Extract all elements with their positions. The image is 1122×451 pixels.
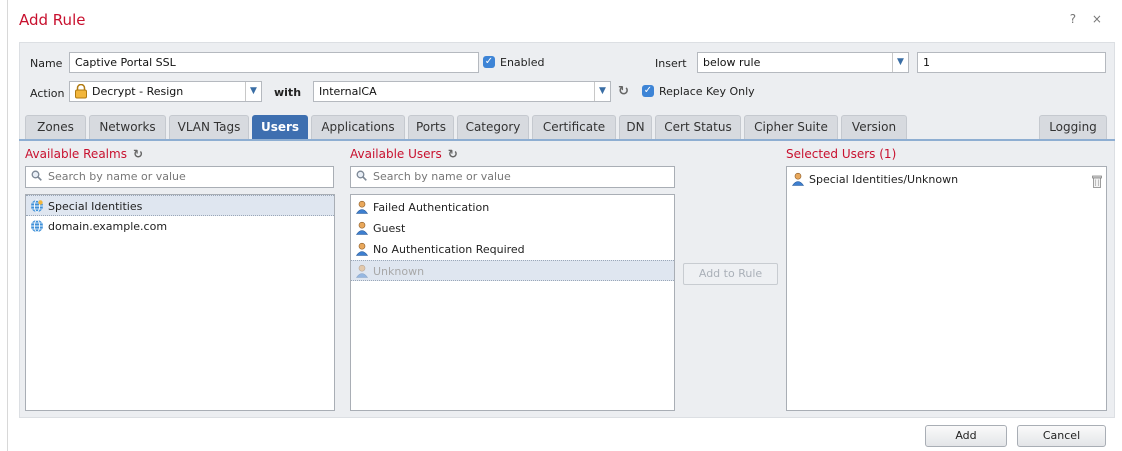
- window-edge: [7, 0, 8, 451]
- refresh-icon[interactable]: ↻: [133, 147, 143, 161]
- list-item-special-identities[interactable]: Special Identities: [26, 195, 334, 216]
- certificate-select-value: InternalCA: [319, 85, 377, 98]
- selected-users-list: Special Identities/Unknown: [786, 166, 1107, 411]
- tab-underline: [19, 139, 1115, 141]
- tab-applications[interactable]: Applications: [311, 115, 405, 139]
- enabled-checkbox[interactable]: ✓: [483, 56, 495, 68]
- enabled-label: Enabled: [500, 56, 545, 69]
- tab-zones[interactable]: Zones: [25, 115, 86, 139]
- list-item-failed-auth[interactable]: Failed Authentication: [351, 197, 674, 218]
- replace-key-checkbox[interactable]: ✓: [642, 85, 654, 97]
- tab-category[interactable]: Category: [457, 115, 529, 139]
- cancel-button[interactable]: Cancel: [1017, 425, 1106, 447]
- available-users-label: Available Users: [350, 147, 442, 161]
- realm-label: domain.example.com: [48, 220, 168, 233]
- tab-ports[interactable]: Ports: [408, 115, 454, 139]
- users-search-placeholder: Search by name or value: [373, 170, 511, 183]
- trash-icon[interactable]: [1092, 175, 1102, 188]
- list-item-guest[interactable]: Guest: [351, 218, 674, 239]
- add-to-rule-button[interactable]: Add to Rule: [683, 263, 778, 285]
- tab-cert-status[interactable]: Cert Status: [655, 115, 741, 139]
- user-icon: [355, 242, 369, 256]
- tab-cipher-suite[interactable]: Cipher Suite: [744, 115, 838, 139]
- refresh-icon[interactable]: ↻: [448, 147, 458, 161]
- list-item-unknown[interactable]: Unknown: [351, 260, 674, 281]
- realms-search-input[interactable]: Search by name or value: [25, 166, 334, 188]
- with-label: with: [274, 86, 302, 99]
- tab-dn[interactable]: DN: [619, 115, 652, 139]
- name-input[interactable]: Captive Portal SSL: [69, 52, 479, 73]
- user-label: Guest: [373, 222, 406, 235]
- action-select-value: Decrypt - Resign: [92, 85, 184, 98]
- chevron-down-icon[interactable]: ▼: [594, 82, 610, 101]
- user-icon: [355, 221, 369, 235]
- tab-logging[interactable]: Logging: [1039, 115, 1107, 139]
- user-icon: [355, 264, 369, 278]
- user-label: Failed Authentication: [373, 201, 490, 214]
- user-icon: [355, 200, 369, 214]
- realms-search-placeholder: Search by name or value: [48, 170, 186, 183]
- tab-users[interactable]: Users: [252, 115, 308, 139]
- available-realms-title: Available Realms ↻: [25, 147, 143, 161]
- list-item-selected-user[interactable]: Special Identities/Unknown: [787, 169, 1106, 190]
- globe-icon: [31, 219, 43, 233]
- globe-icon: [31, 199, 43, 213]
- insert-select[interactable]: below rule ▼: [697, 52, 909, 73]
- add-button[interactable]: Add: [925, 425, 1007, 447]
- chevron-down-icon[interactable]: ▼: [245, 82, 261, 101]
- available-users-title: Available Users ↻: [350, 147, 458, 161]
- action-label: Action: [30, 87, 65, 100]
- lock-icon: [75, 84, 87, 99]
- users-list: Failed Authentication Guest No Authentic…: [350, 194, 675, 411]
- insert-label: Insert: [655, 57, 687, 70]
- tab-version[interactable]: Version: [841, 115, 907, 139]
- search-icon: [31, 170, 42, 181]
- refresh-icon[interactable]: ↻: [618, 84, 629, 99]
- certificate-select[interactable]: InternalCA ▼: [313, 81, 611, 102]
- list-item-no-auth-required[interactable]: No Authentication Required: [351, 239, 674, 260]
- tab-bar: Zones Networks VLAN Tags Users Applicati…: [25, 115, 1107, 139]
- chevron-down-icon[interactable]: ▼: [892, 53, 908, 72]
- dialog-title: Add Rule: [19, 11, 86, 29]
- replace-key-label: Replace Key Only: [659, 85, 755, 98]
- tab-certificate[interactable]: Certificate: [532, 115, 616, 139]
- insert-number-input[interactable]: 1: [917, 52, 1106, 73]
- selected-user-label: Special Identities/Unknown: [809, 173, 959, 186]
- name-label: Name: [30, 57, 63, 70]
- insert-select-value: below rule: [703, 56, 761, 69]
- action-select[interactable]: Decrypt - Resign ▼: [69, 81, 262, 102]
- tab-vlan-tags[interactable]: VLAN Tags: [169, 115, 249, 139]
- available-realms-label: Available Realms: [25, 147, 127, 161]
- user-label: Unknown: [373, 265, 425, 278]
- tab-networks[interactable]: Networks: [89, 115, 166, 139]
- realms-list: Special Identities domain.example.com: [25, 194, 335, 411]
- list-item-domain[interactable]: domain.example.com: [26, 216, 334, 237]
- users-search-input[interactable]: Search by name or value: [350, 166, 675, 188]
- help-close-icons[interactable]: ? ×: [1070, 12, 1108, 26]
- realm-label: Special Identities: [48, 200, 143, 213]
- user-label: No Authentication Required: [373, 243, 525, 256]
- user-icon: [791, 172, 805, 186]
- search-icon: [356, 170, 367, 181]
- selected-users-title: Selected Users (1): [786, 147, 897, 161]
